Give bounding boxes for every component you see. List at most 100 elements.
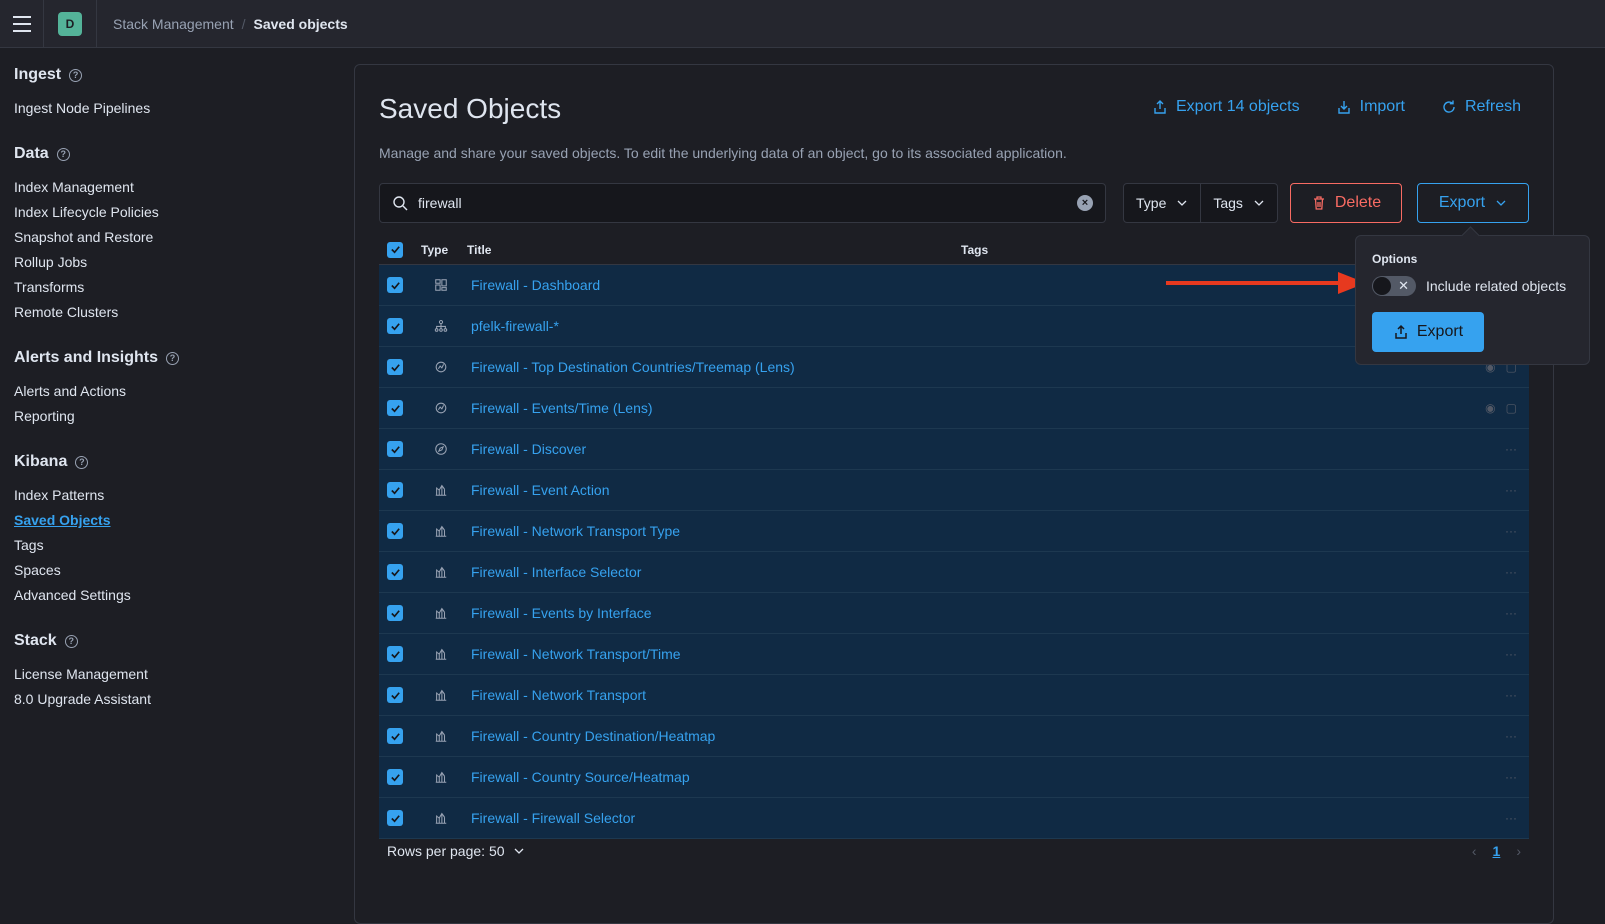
sidebar-item[interactable]: License Management xyxy=(14,662,326,687)
export-all-button[interactable]: Export 14 objects xyxy=(1152,98,1300,116)
object-title-link[interactable]: pfelk-firewall-* xyxy=(471,318,965,334)
delete-button[interactable]: Delete xyxy=(1290,183,1402,223)
previous-page-icon[interactable]: ‹ xyxy=(1472,843,1477,859)
refresh-button[interactable]: Refresh xyxy=(1441,98,1521,116)
row-checkbox[interactable] xyxy=(387,728,403,744)
select-all-checkbox[interactable] xyxy=(387,241,403,258)
sidebar-item[interactable]: Transforms xyxy=(14,275,326,300)
sidebar-item[interactable]: Ingest Node Pipelines xyxy=(14,96,326,121)
row-checkbox[interactable] xyxy=(387,810,403,826)
object-title-link[interactable]: Firewall - Discover xyxy=(471,441,965,457)
sidebar-item[interactable]: Alerts and Actions xyxy=(14,379,326,404)
visualization-icon xyxy=(435,771,447,783)
sidebar-item[interactable]: Remote Clusters xyxy=(14,300,326,325)
object-title-link[interactable]: Firewall - Network Transport Type xyxy=(471,523,965,539)
row-checkbox[interactable] xyxy=(387,646,403,662)
object-title-link[interactable]: Firewall - Firewall Selector xyxy=(471,810,965,826)
table-row[interactable]: Firewall - Country Source/Heatmap ··· xyxy=(379,757,1529,798)
more-actions-icon[interactable]: ··· xyxy=(1505,729,1517,743)
rows-per-page-button[interactable]: Rows per page: 50 xyxy=(387,843,525,859)
row-checkbox[interactable] xyxy=(387,318,403,334)
search-input[interactable] xyxy=(418,195,1077,211)
table-row[interactable]: Firewall - Network Transport/Time ··· xyxy=(379,634,1529,675)
clear-search-icon[interactable]: × xyxy=(1077,195,1093,211)
table-row[interactable]: Firewall - Events/Time (Lens) ◉ ▢ xyxy=(379,388,1529,429)
row-checkbox[interactable] xyxy=(387,359,403,375)
sidebar-item[interactable]: Saved Objects xyxy=(14,508,326,533)
import-button[interactable]: Import xyxy=(1336,98,1405,116)
more-actions-icon[interactable]: ··· xyxy=(1505,811,1517,825)
next-page-icon[interactable]: › xyxy=(1516,843,1521,859)
column-header-type[interactable]: Type xyxy=(421,243,467,257)
top-header: D Stack Management / Saved objects xyxy=(0,0,1605,48)
object-title-link[interactable]: Firewall - Event Action xyxy=(471,482,965,498)
sidebar-item[interactable]: Index Lifecycle Policies xyxy=(14,200,326,225)
nav-group-title-label: Ingest xyxy=(14,66,62,83)
sidebar-item[interactable]: 8.0 Upgrade Assistant xyxy=(14,687,326,712)
sidebar-item[interactable]: Advanced Settings xyxy=(14,583,326,608)
sidebar-item[interactable]: Index Patterns xyxy=(14,483,326,508)
help-icon[interactable]: ? xyxy=(64,634,78,648)
more-actions-icon[interactable]: ··· xyxy=(1505,770,1517,784)
space-avatar[interactable]: D xyxy=(58,11,82,36)
object-title-link[interactable]: Firewall - Network Transport xyxy=(471,687,965,703)
row-checkbox[interactable] xyxy=(387,687,403,703)
object-title-link[interactable]: Firewall - Dashboard xyxy=(471,277,965,293)
object-title-link[interactable]: Firewall - Country Destination/Heatmap xyxy=(471,728,965,744)
confirm-export-button[interactable]: Export xyxy=(1372,312,1484,352)
table-row[interactable]: Firewall - Events by Interface ··· xyxy=(379,593,1529,634)
more-actions-icon[interactable]: ··· xyxy=(1505,483,1517,497)
column-header-title[interactable]: Title xyxy=(467,243,961,257)
more-actions-icon[interactable]: ··· xyxy=(1505,606,1517,620)
export-options-popover: Options ✕ Include related objects Export xyxy=(1355,235,1590,365)
sidebar-item[interactable]: Tags xyxy=(14,533,326,558)
help-icon[interactable]: ? xyxy=(166,351,180,365)
object-title-link[interactable]: Firewall - Events by Interface xyxy=(471,605,965,621)
tags-filter-label: Tags xyxy=(1213,195,1243,211)
sidebar-item[interactable]: Spaces xyxy=(14,558,326,583)
menu-button[interactable] xyxy=(0,0,44,48)
type-filter-button[interactable]: Type xyxy=(1124,184,1200,222)
export-button[interactable]: Export xyxy=(1417,183,1529,223)
type-cell xyxy=(423,606,459,620)
object-title-link[interactable]: Firewall - Country Source/Heatmap xyxy=(471,769,965,785)
row-checkbox[interactable] xyxy=(387,277,403,293)
row-checkbox[interactable] xyxy=(387,400,403,416)
more-actions-icon[interactable]: ··· xyxy=(1505,524,1517,538)
sidebar-item[interactable]: Reporting xyxy=(14,404,326,429)
help-icon[interactable]: ? xyxy=(56,147,70,161)
tags-filter-button[interactable]: Tags xyxy=(1200,184,1277,222)
visualization-icon xyxy=(435,689,447,701)
row-checkbox[interactable] xyxy=(387,769,403,785)
table-row[interactable]: Firewall - Event Action ··· xyxy=(379,470,1529,511)
table-row[interactable]: Firewall - Interface Selector ··· xyxy=(379,552,1529,593)
more-actions-icon[interactable]: ··· xyxy=(1505,647,1517,661)
page-number[interactable]: 1 xyxy=(1493,843,1501,859)
object-title-link[interactable]: Firewall - Top Destination Countries/Tre… xyxy=(471,359,965,375)
table-row[interactable]: Firewall - Network Transport Type ··· xyxy=(379,511,1529,552)
sidebar-item[interactable]: Rollup Jobs xyxy=(14,250,326,275)
table-row[interactable]: Firewall - Firewall Selector ··· xyxy=(379,798,1529,839)
object-title-link[interactable]: Firewall - Network Transport/Time xyxy=(471,646,965,662)
row-checkbox[interactable] xyxy=(387,441,403,457)
row-checkbox[interactable] xyxy=(387,564,403,580)
row-checkbox[interactable] xyxy=(387,482,403,498)
table-row[interactable]: Firewall - Discover ··· xyxy=(379,429,1529,470)
inspect-icon[interactable]: ◉ xyxy=(1485,401,1495,415)
row-checkbox[interactable] xyxy=(387,523,403,539)
table-row[interactable]: Firewall - Network Transport ··· xyxy=(379,675,1529,716)
more-actions-icon[interactable]: ··· xyxy=(1505,688,1517,702)
help-icon[interactable]: ? xyxy=(75,455,89,469)
breadcrumb-stack-management[interactable]: Stack Management xyxy=(113,16,234,32)
object-title-link[interactable]: Firewall - Events/Time (Lens) xyxy=(471,400,965,416)
help-icon[interactable]: ? xyxy=(69,68,83,82)
table-row[interactable]: Firewall - Country Destination/Heatmap ··… xyxy=(379,716,1529,757)
relationships-icon[interactable]: ▢ xyxy=(1506,401,1517,415)
sidebar-item[interactable]: Index Management xyxy=(14,175,326,200)
object-title-link[interactable]: Firewall - Interface Selector xyxy=(471,564,965,580)
include-related-toggle[interactable]: ✕ xyxy=(1372,276,1416,296)
more-actions-icon[interactable]: ··· xyxy=(1505,442,1517,456)
row-checkbox[interactable] xyxy=(387,605,403,621)
sidebar-item[interactable]: Snapshot and Restore xyxy=(14,225,326,250)
more-actions-icon[interactable]: ··· xyxy=(1505,565,1517,579)
